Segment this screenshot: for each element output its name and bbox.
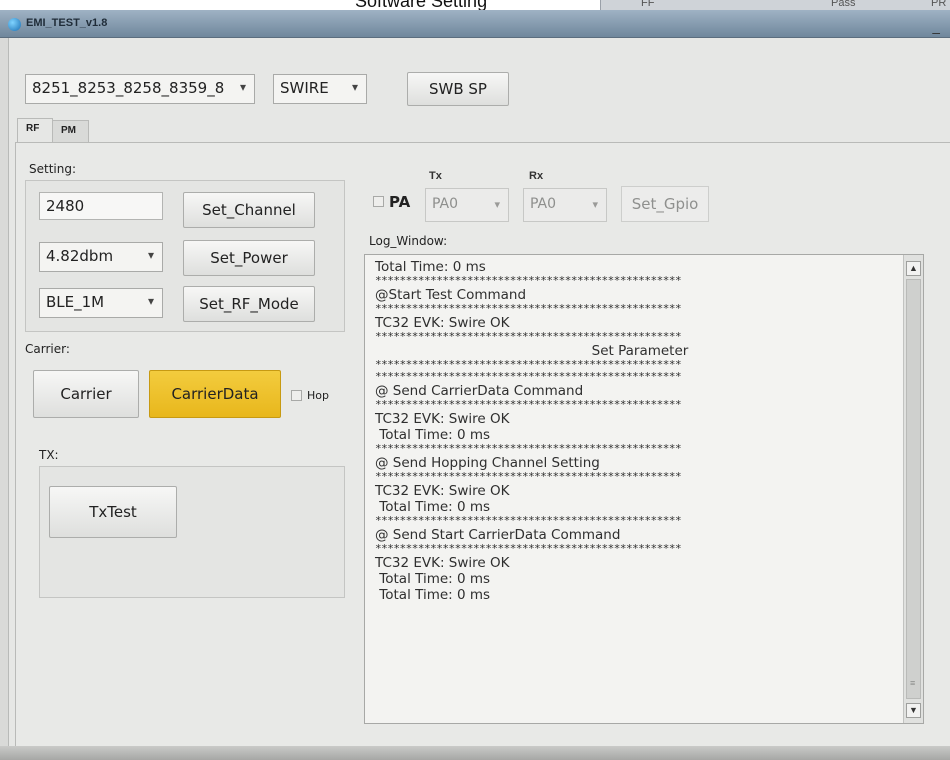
set-power-button[interactable]: Set_Power	[183, 240, 315, 276]
log-line: @ Send Hopping Channel Setting	[375, 455, 600, 471]
tx-label: TX:	[39, 448, 59, 462]
power-select[interactable]: 4.82dbm ▾	[39, 242, 163, 272]
set-rf-mode-button[interactable]: Set_RF_Mode	[183, 286, 315, 322]
pa-label: PA	[389, 193, 411, 211]
log-line: @ Send Start CarrierData Command	[375, 527, 621, 543]
grip-icon: ≡	[910, 678, 916, 688]
gpio-tx-label: Tx	[429, 170, 442, 182]
log-line: Total Time: 0 ms	[375, 499, 491, 515]
chevron-down-icon: ▾	[147, 294, 154, 308]
gpio-rx-label: Rx	[529, 170, 544, 182]
chevron-down-icon: ▾	[494, 198, 500, 211]
log-separator: ****************************************…	[375, 302, 682, 315]
log-lines: Total Time: 0 ms ************************…	[375, 259, 905, 603]
tab-pm[interactable]: PM	[53, 120, 89, 142]
log-window-label: Log_Window:	[369, 234, 448, 248]
hop-label: Hop	[307, 389, 329, 402]
chip-select[interactable]: 8251_8253_8258_8359_8 ▾	[25, 74, 255, 104]
taskbar-strip	[0, 746, 950, 760]
interface-select[interactable]: SWIRE ▾	[273, 74, 367, 104]
log-line: TC32 EVK: Swire OK	[375, 555, 510, 571]
pa-checkbox[interactable]	[373, 196, 384, 207]
set-channel-button[interactable]: Set_Channel	[183, 192, 315, 228]
log-line: TC32 EVK: Swire OK	[375, 315, 510, 331]
scroll-thumb[interactable]: ≡	[906, 279, 921, 699]
swb-sp-button[interactable]: SWB SP	[407, 72, 509, 106]
log-separator: ****************************************…	[375, 514, 682, 527]
window-titlebar[interactable]: EMI_TEST_v1.8 –	[0, 10, 950, 40]
log-separator: ****************************************…	[375, 330, 682, 343]
log-line: TC32 EVK: Swire OK	[375, 411, 510, 427]
scroll-up-icon[interactable]: ▲	[906, 261, 921, 276]
gpio-tx-value: PA0	[432, 196, 459, 212]
window-title: EMI_TEST_v1.8	[26, 17, 108, 29]
gpio-tx-select[interactable]: PA0 ▾	[425, 188, 509, 222]
log-line: Total Time: 0 ms	[375, 427, 491, 443]
log-line: @Start Test Command	[375, 287, 527, 303]
log-separator: ****************************************…	[375, 274, 682, 287]
log-line: Set Parameter	[591, 343, 689, 359]
interface-select-value: SWIRE	[280, 79, 329, 97]
gpio-rx-select[interactable]: PA0 ▾	[523, 188, 607, 222]
log-window[interactable]: Total Time: 0 ms ************************…	[364, 254, 924, 724]
log-separator: ****************************************…	[375, 470, 682, 483]
carrierdata-button[interactable]: CarrierData	[149, 370, 281, 418]
rf-mode-select-value: BLE_1M	[46, 293, 105, 311]
log-line: TC32 EVK: Swire OK	[375, 483, 510, 499]
background-col-3: PR	[931, 0, 947, 9]
chevron-down-icon: ▾	[592, 198, 598, 211]
tab-rf[interactable]: RF	[17, 118, 53, 142]
log-line: Total Time: 0 ms	[375, 587, 491, 603]
chevron-down-icon: ▾	[147, 248, 154, 262]
log-separator: ****************************************…	[375, 542, 682, 555]
chevron-down-icon: ▾	[351, 80, 358, 94]
set-gpio-button[interactable]: Set_Gpio	[621, 186, 709, 222]
background-col-2: Pass	[831, 0, 856, 9]
power-select-value: 4.82dbm	[46, 247, 114, 265]
carrier-label: Carrier:	[25, 342, 70, 356]
app-icon	[8, 18, 21, 31]
log-separator: ****************************************…	[375, 398, 682, 411]
chip-select-value: 8251_8253_8258_8359_8	[32, 79, 225, 97]
scroll-down-icon[interactable]: ▼	[906, 703, 921, 718]
chevron-down-icon: ▾	[239, 80, 246, 94]
txtest-button[interactable]: TxTest	[49, 486, 177, 538]
gpio-rx-value: PA0	[530, 196, 557, 212]
setting-label: Setting:	[29, 162, 77, 176]
log-separator: ****************************************…	[375, 442, 682, 455]
carrier-button[interactable]: Carrier	[33, 370, 139, 418]
hop-checkbox[interactable]	[291, 390, 302, 401]
background-col-1: FF	[641, 0, 655, 9]
rf-mode-select[interactable]: BLE_1M ▾	[39, 288, 163, 318]
log-scrollbar[interactable]: ▲ ≡ ▼	[903, 255, 923, 723]
log-separator: ****************************************…	[375, 370, 682, 383]
log-line: Total Time: 0 ms	[375, 571, 491, 587]
channel-input[interactable]: 2480	[39, 192, 163, 220]
log-line: @ Send CarrierData Command	[375, 383, 584, 399]
log-line: Total Time: 0 ms	[375, 259, 486, 275]
